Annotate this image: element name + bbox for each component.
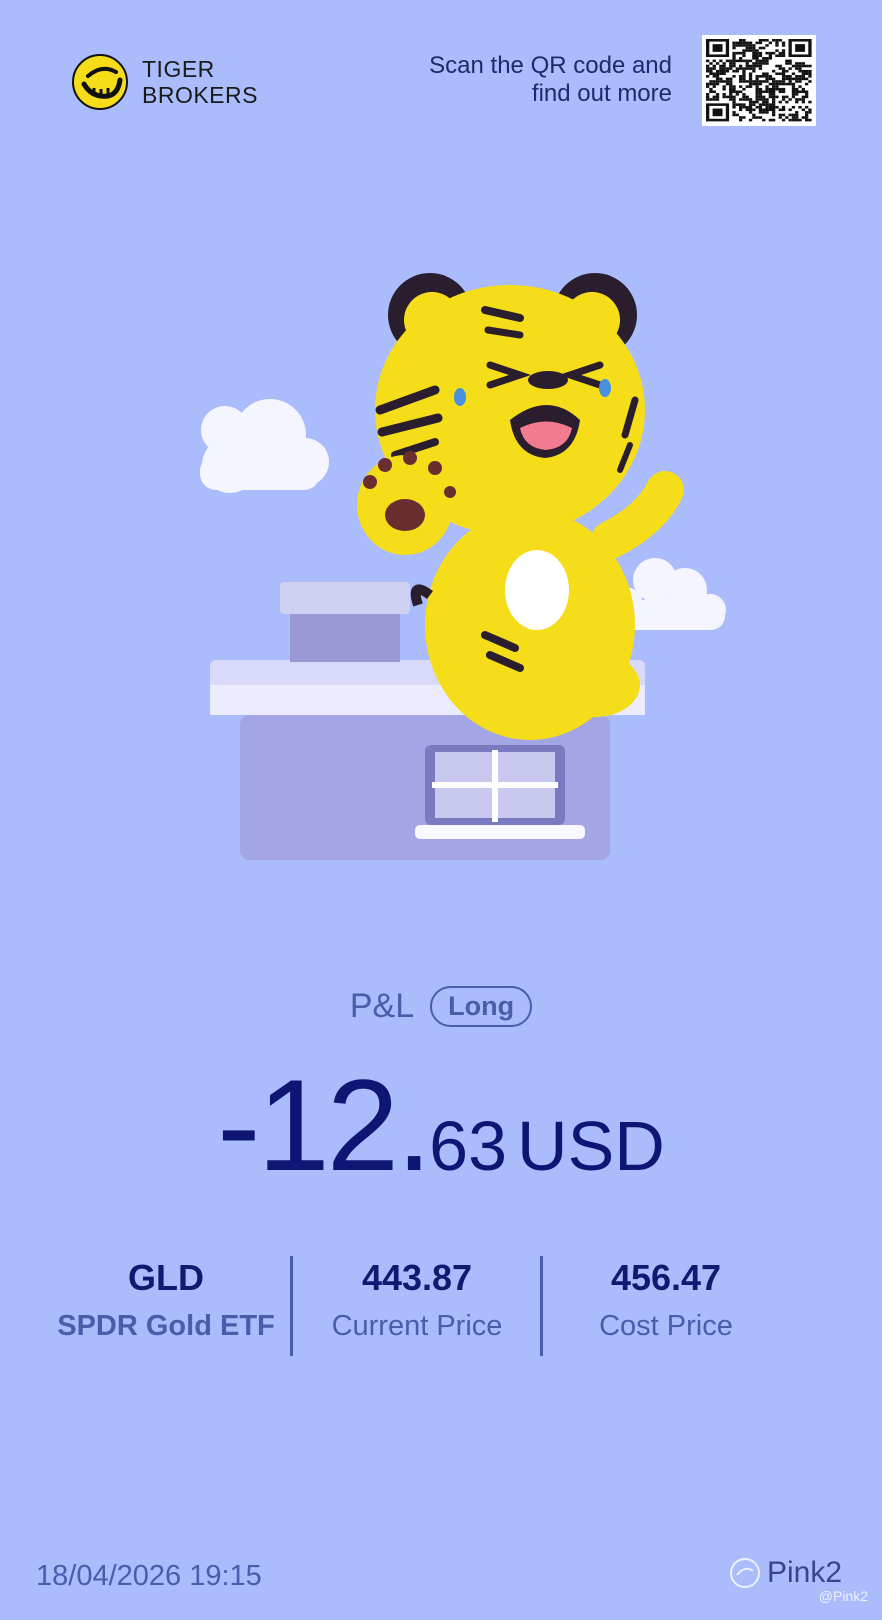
current-price-value: 443.87 — [361, 1257, 473, 1298]
pnl-header: P&L Long — [0, 986, 882, 1027]
position-stats: GLD SPDR Gold ETF 443.87 Current Price 4… — [0, 1256, 882, 1356]
tiger-stripe-logo-icon — [72, 54, 128, 110]
user-tag[interactable]: Pink2 — [729, 1556, 842, 1590]
username: Pink2 — [766, 1556, 842, 1589]
position-side-badge: Long — [430, 986, 533, 1027]
qr-caption-line2: find out more — [531, 80, 672, 107]
share-card: TIGER BROKERS Scan the QR code and find … — [0, 0, 882, 1620]
brand-logo: TIGER BROKERS — [72, 54, 258, 110]
watermark: @Pink2 — [818, 1588, 868, 1604]
stat-cost-price: 456.47 Cost Price — [546, 1256, 786, 1343]
timestamp: 18/04/2026 19:15 — [36, 1560, 262, 1592]
crying-tiger-illustration — [200, 273, 726, 860]
cloud-left — [200, 399, 329, 493]
stat-divider — [290, 1256, 293, 1356]
brand-name-line1: TIGER — [142, 56, 215, 82]
brand-name-line2: BROKERS — [142, 82, 258, 108]
stat-current-price: 443.87 Current Price — [297, 1256, 537, 1343]
qr-caption-line1: Scan the QR code and — [429, 52, 672, 79]
user-avatar-icon — [729, 1558, 760, 1588]
qr-caption: Scan the QR code and find out more — [372, 52, 672, 108]
pnl-amount-decimals: 63 — [429, 1107, 508, 1185]
pnl-amount: -12.63 USD — [0, 1050, 882, 1200]
brand-name: TIGER BROKERS — [142, 56, 258, 108]
stat-symbol: GLD SPDR Gold ETF — [46, 1256, 286, 1343]
symbol-value: GLD — [128, 1257, 204, 1298]
pnl-currency: USD — [517, 1107, 665, 1185]
pnl-amount-integer: -12. — [217, 1052, 432, 1198]
stat-divider — [540, 1256, 543, 1356]
current-price-label: Current Price — [331, 1310, 503, 1342]
cost-price-value: 456.47 — [610, 1257, 722, 1298]
cost-price-label: Cost Price — [599, 1310, 733, 1342]
pnl-label: P&L — [349, 987, 415, 1025]
symbol-name: SPDR Gold ETF — [57, 1310, 275, 1342]
qr-code-icon[interactable] — [702, 35, 816, 126]
